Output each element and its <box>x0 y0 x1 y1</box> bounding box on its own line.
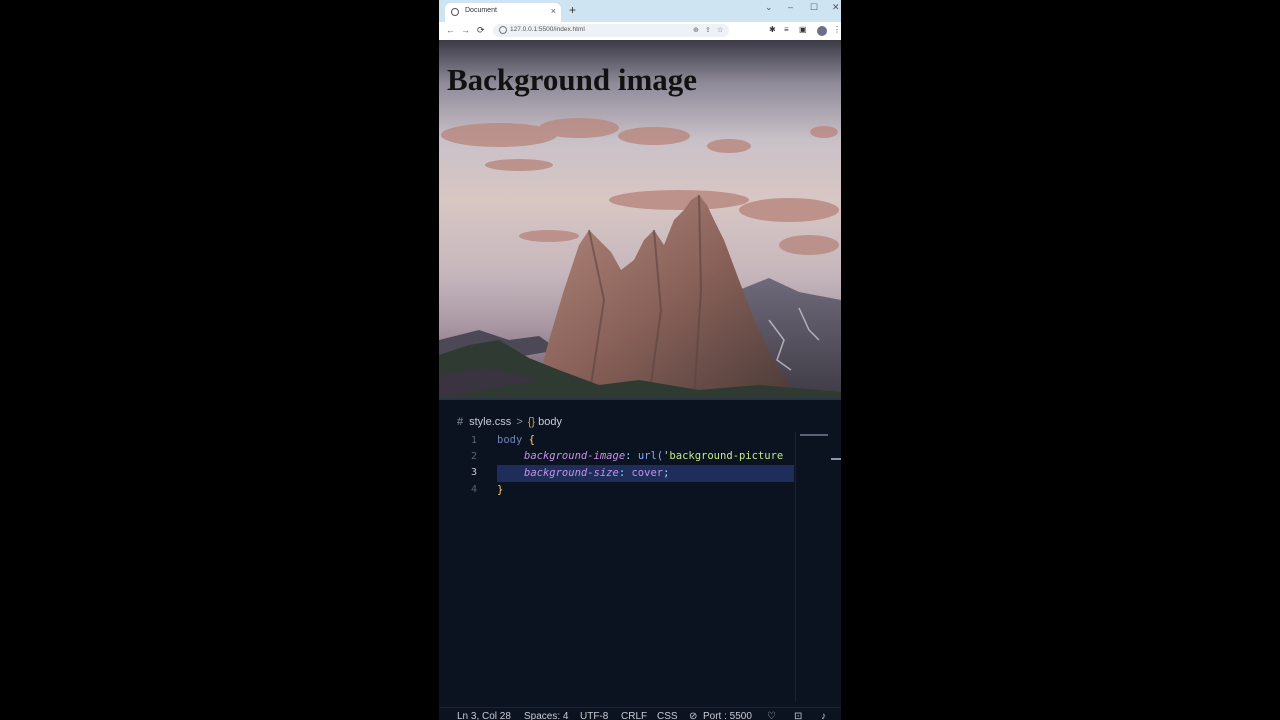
breadcrumb-file[interactable]: style.css <box>469 416 511 428</box>
web-page-viewport: Background image <box>439 40 841 398</box>
new-tab-button[interactable]: + <box>569 3 576 17</box>
notifications-icon[interactable]: ♪ <box>821 711 826 720</box>
css-property: background-image <box>524 450 626 462</box>
forward-arrow-icon[interactable]: → <box>461 25 470 35</box>
close-tab-icon[interactable]: × <box>551 6 556 16</box>
maximize-button[interactable]: ☐ <box>810 2 818 13</box>
code-line-3[interactable]: background-size: cover; <box>524 467 669 479</box>
live-server-port[interactable]: Port : 5500 <box>703 711 752 720</box>
status-bar: Ln 3, Col 28 Spaces: 4 UTF-8 CRLF CSS ⊘ … <box>439 707 841 720</box>
side-panel-icon[interactable]: ▣ <box>799 25 807 34</box>
css-property: background-size <box>524 467 619 479</box>
page-heading: Background image <box>447 62 698 97</box>
colon: : <box>618 467 632 479</box>
code-editor: # style.css >{} body 1 2 3 4 body { backgro… <box>439 398 841 720</box>
url-text[interactable]: 127.0.0.1:5500/index.html <box>510 26 585 33</box>
css-string: 'background-picture <box>663 450 784 462</box>
reading-list-icon[interactable]: ≡ <box>784 25 789 34</box>
open-brace: { <box>522 434 535 446</box>
breadcrumb-symbol[interactable]: body <box>538 416 562 428</box>
browser-tab-strip: Document × + ⌄ – ☐ ✕ <box>439 0 841 22</box>
browser-tab[interactable]: Document × <box>445 3 561 22</box>
encoding[interactable]: UTF-8 <box>580 711 608 720</box>
scrollbar-marker[interactable] <box>831 458 841 460</box>
globe-icon <box>451 8 459 16</box>
css-function: url( <box>637 450 664 462</box>
copilot-icon[interactable]: ♡ <box>767 711 776 720</box>
css-selector: body <box>497 434 523 446</box>
code-line-2[interactable]: background-image: url('background-pictur… <box>524 450 794 462</box>
address-bar[interactable]: 127.0.0.1:5500/index.html ⊕ ⇪ ☆ <box>493 24 729 37</box>
tab-search-icon[interactable]: ⌄ <box>765 2 773 13</box>
close-brace: } <box>497 484 504 496</box>
line-number: 3 <box>470 467 477 478</box>
chevron-right-icon: > <box>516 416 523 428</box>
zoom-icon[interactable]: ⊕ <box>693 26 699 34</box>
menu-kebab-icon[interactable]: ⋮ <box>833 25 841 34</box>
tab-title: Document <box>465 7 497 14</box>
code-line-1[interactable]: body { <box>497 434 535 446</box>
minimize-button[interactable]: – <box>788 2 793 12</box>
close-window-button[interactable]: ✕ <box>832 2 840 13</box>
semicolon: ; <box>663 467 670 479</box>
browser-toolbar: ← → ⟳ 127.0.0.1:5500/index.html ⊕ ⇪ ☆ ✱ … <box>439 22 841 41</box>
site-info-icon[interactable] <box>499 26 507 34</box>
indentation[interactable]: Spaces: 4 <box>524 711 568 720</box>
recording-frame: Document × + ⌄ – ☐ ✕ ← → ⟳ 127.0.0.1:550… <box>439 0 841 720</box>
css-value: cover <box>631 467 664 479</box>
extensions-icon[interactable]: ✱ <box>769 25 776 34</box>
line-ending[interactable]: CRLF <box>621 711 647 720</box>
bookmark-star-icon[interactable]: ☆ <box>717 26 723 34</box>
minimap-line <box>800 434 828 436</box>
minimap[interactable] <box>795 432 832 702</box>
line-number: 2 <box>470 451 477 462</box>
code-line-4[interactable]: } <box>497 484 503 496</box>
css-file-icon: # <box>457 416 464 428</box>
colon: : <box>625 450 638 462</box>
share-icon[interactable]: ⇪ <box>705 26 711 34</box>
cursor-position[interactable]: Ln 3, Col 28 <box>457 711 511 720</box>
symbol-icon: {} <box>527 416 536 428</box>
remote-icon[interactable]: ⊡ <box>794 711 802 720</box>
language-mode[interactable]: CSS <box>657 711 678 720</box>
profile-avatar[interactable] <box>817 26 827 36</box>
back-arrow-icon[interactable]: ← <box>446 25 455 35</box>
line-number: 1 <box>470 435 477 446</box>
line-number: 4 <box>470 484 477 495</box>
breadcrumb: # style.css > {} body <box>457 416 562 428</box>
no-broadcast-icon[interactable]: ⊘ <box>689 711 697 720</box>
reload-icon[interactable]: ⟳ <box>477 25 485 36</box>
